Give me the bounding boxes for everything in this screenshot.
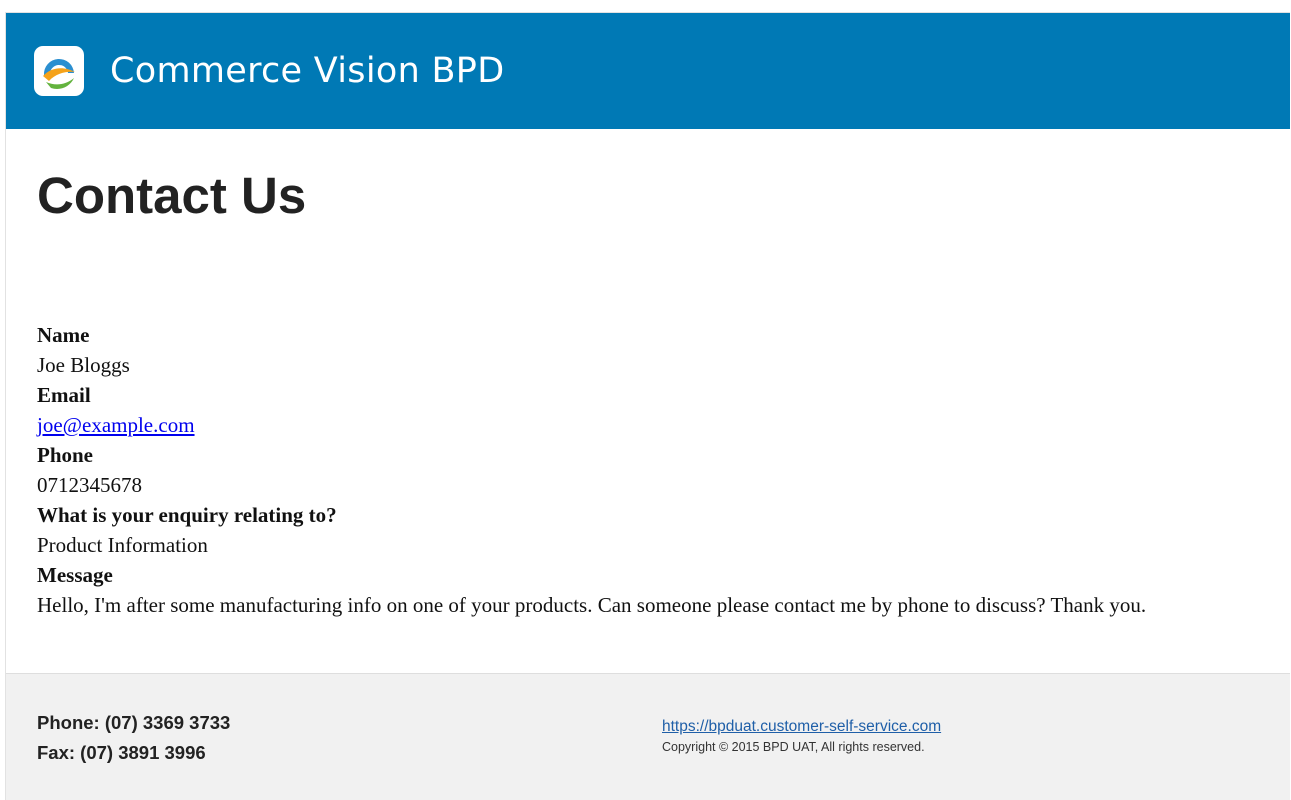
footer-contact-info: Phone: (07) 3369 3733 Fax: (07) 3891 399…: [37, 708, 230, 768]
brand-name: Commerce Vision BPD: [110, 51, 505, 91]
footer: Phone: (07) 3369 3733 Fax: (07) 3891 399…: [6, 673, 1290, 800]
header-bar: Commerce Vision BPD: [6, 13, 1290, 129]
email-link[interactable]: joe@example.com: [37, 410, 195, 440]
enquiry-label: What is your enquiry relating to?: [37, 503, 337, 527]
email-frame: Commerce Vision BPD Contact Us Name Joe …: [5, 12, 1290, 800]
name-value: Joe Bloggs: [37, 353, 130, 377]
main-content: Contact Us Name Joe Bloggs Email joe@exa…: [6, 129, 1290, 674]
copyright-text: Copyright © 2015 BPD UAT, All rights res…: [662, 740, 925, 754]
footer-phone: Phone: (07) 3369 3733: [37, 712, 231, 733]
name-label: Name: [37, 323, 90, 347]
commerce-vision-logo-icon: [34, 46, 84, 96]
phone-label: Phone: [37, 443, 94, 467]
footer-fax: Fax: (07) 3891 3996: [37, 742, 206, 763]
email-label: Email: [37, 383, 91, 407]
message-value: Hello, I'm after some manufacturing info…: [37, 593, 1147, 617]
enquiry-value: Product Information: [37, 533, 208, 557]
message-label: Message: [37, 563, 113, 587]
website-link[interactable]: https://bpduat.customer-self-service.com: [662, 717, 941, 737]
footer-site-info: https://bpduat.customer-self-service.com…: [662, 717, 941, 756]
phone-value: 0712345678: [37, 473, 142, 497]
page-title: Contact Us: [37, 167, 307, 224]
contact-details: Name Joe Bloggs Email joe@example.com Ph…: [37, 320, 1250, 620]
